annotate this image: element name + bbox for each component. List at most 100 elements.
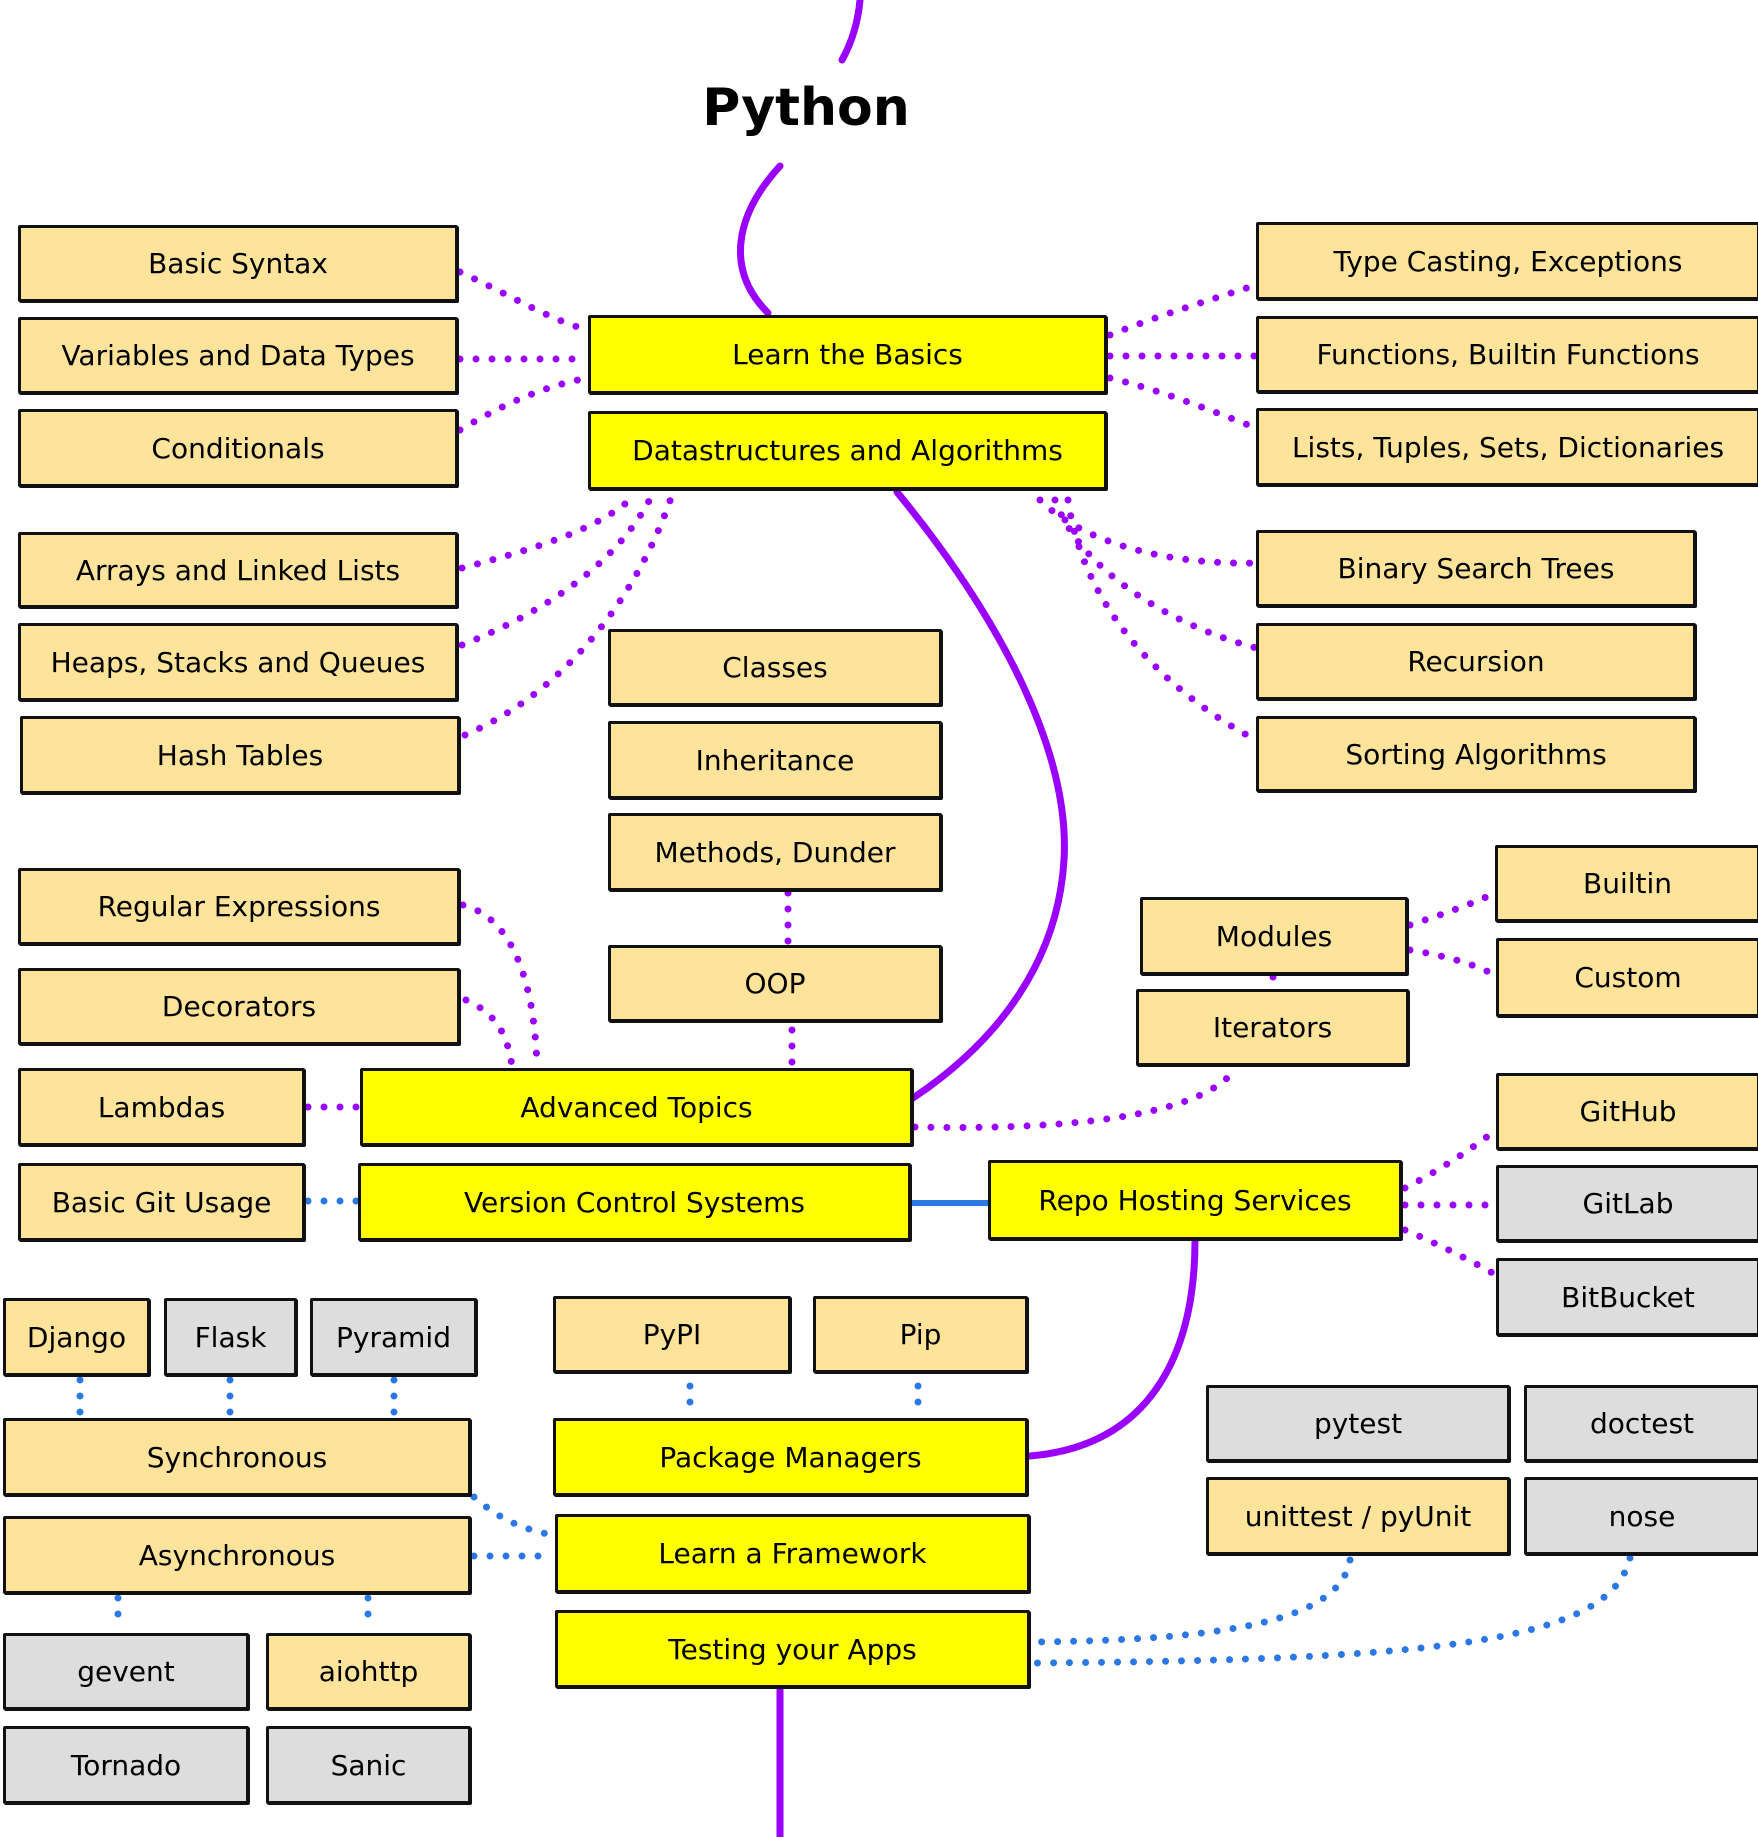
node-pytest[interactable]: pytest (1206, 1385, 1510, 1462)
node-functions-builtin[interactable]: Functions, Builtin Functions (1256, 316, 1758, 393)
node-methods-dunder[interactable]: Methods, Dunder (608, 813, 942, 891)
node-label: Decorators (161, 990, 317, 1023)
node-package-managers[interactable]: Package Managers (553, 1418, 1028, 1496)
node-label: Version Control Systems (464, 1185, 805, 1219)
node-testing-your-apps[interactable]: Testing your Apps (555, 1610, 1030, 1688)
node-label: Classes (722, 651, 828, 684)
node-label: Type Casting, Exceptions (1333, 244, 1683, 278)
node-label: Learn the Basics (732, 338, 963, 371)
node-label: Modules (1215, 919, 1333, 953)
node-nose[interactable]: nose (1524, 1477, 1758, 1555)
node-aiohttp[interactable]: aiohttp (266, 1633, 471, 1710)
node-lists-tuples-sets-dicts[interactable]: Lists, Tuples, Sets, Dictionaries (1256, 408, 1758, 486)
node-label: Synchronous (146, 1440, 328, 1474)
node-sorting-algorithms[interactable]: Sorting Algorithms (1256, 716, 1696, 792)
dots-modules-custom (1406, 946, 1499, 979)
node-advanced-topics[interactable]: Advanced Topics (360, 1068, 913, 1146)
node-label: Heaps, Stacks and Queues (50, 645, 426, 679)
dots-recursion (1051, 496, 1260, 652)
node-label: Methods, Dunder (654, 835, 896, 869)
main-path-python-to-basics (737, 162, 784, 317)
node-basic-syntax[interactable]: Basic Syntax (18, 225, 458, 302)
node-doctest[interactable]: doctest (1524, 1385, 1758, 1462)
node-label: Repo Hosting Services (1038, 1183, 1352, 1217)
node-heaps-stacks-queues[interactable]: Heaps, Stacks and Queues (18, 623, 458, 701)
node-label: Tornado (70, 1748, 182, 1782)
node-label: Conditionals (151, 431, 325, 465)
dots-repo-bitbucket (1401, 1226, 1500, 1279)
node-inheritance[interactable]: Inheritance (608, 721, 942, 799)
node-modules[interactable]: Modules (1140, 897, 1408, 975)
node-label: OOP (744, 967, 806, 1000)
node-regular-expressions[interactable]: Regular Expressions (18, 868, 460, 945)
node-lambdas[interactable]: Lambdas (18, 1068, 305, 1146)
node-unittest-pyunit[interactable]: unittest / pyUnit (1206, 1477, 1510, 1555)
node-label: Builtin (1582, 867, 1673, 900)
node-learn-a-framework[interactable]: Learn a Framework (555, 1514, 1030, 1593)
node-variables-data-types[interactable]: Variables and Data Types (18, 317, 458, 394)
node-arrays-linked-lists[interactable]: Arrays and Linked Lists (18, 532, 458, 608)
node-label: Hash Tables (156, 738, 324, 772)
node-label: Variables and Data Types (61, 339, 415, 372)
node-label: Asynchronous (138, 1538, 336, 1572)
node-type-casting-exceptions[interactable]: Type Casting, Exceptions (1256, 222, 1758, 300)
node-asynchronous[interactable]: Asynchronous (3, 1516, 471, 1594)
main-path-top (838, 0, 864, 64)
node-pypi[interactable]: PyPI (553, 1296, 791, 1373)
node-label: Functions, Builtin Functions (1316, 338, 1700, 371)
node-custom-modules[interactable]: Custom (1496, 938, 1758, 1017)
node-label: Binary Search Trees (1337, 552, 1615, 585)
node-version-control-systems[interactable]: Version Control Systems (358, 1163, 911, 1241)
dots-modules-builtin (1406, 889, 1499, 929)
node-label: Sorting Algorithms (1345, 737, 1607, 771)
node-recursion[interactable]: Recursion (1256, 623, 1696, 700)
node-conditionals[interactable]: Conditionals (18, 409, 458, 487)
node-label: Testing your Apps (668, 1632, 917, 1666)
node-iterators[interactable]: Iterators (1136, 989, 1409, 1066)
dots-basic-syntax (456, 268, 592, 334)
node-basic-git-usage[interactable]: Basic Git Usage (18, 1163, 305, 1241)
node-tornado[interactable]: Tornado (3, 1726, 249, 1804)
node-decorators[interactable]: Decorators (18, 968, 460, 1045)
node-label: Custom (1574, 961, 1682, 994)
dots-lists (1106, 374, 1260, 432)
node-pip[interactable]: Pip (813, 1296, 1028, 1373)
node-binary-search-trees[interactable]: Binary Search Trees (1256, 530, 1696, 607)
node-classes[interactable]: Classes (608, 629, 942, 706)
node-label: Recursion (1407, 645, 1545, 678)
node-synchronous[interactable]: Synchronous (3, 1418, 471, 1496)
node-label: GitHub (1579, 1095, 1677, 1128)
dots-unittest (1029, 1556, 1354, 1646)
node-repo-hosting-services[interactable]: Repo Hosting Services (988, 1160, 1402, 1240)
node-label: doctest (1589, 1407, 1695, 1440)
node-label: Lambdas (97, 1090, 226, 1124)
node-learn-the-basics[interactable]: Learn the Basics (588, 315, 1107, 394)
dots-sync-framework (470, 1493, 557, 1539)
node-label: PyPI (642, 1318, 702, 1351)
dots-regex (459, 901, 541, 1070)
node-label: Learn a Framework (658, 1537, 927, 1570)
node-label: pytest (1313, 1407, 1403, 1440)
node-sanic[interactable]: Sanic (266, 1726, 471, 1804)
main-path-repo-to-packages (1026, 1236, 1199, 1460)
node-label: Datastructures and Algorithms (632, 434, 1063, 467)
node-django[interactable]: Django (3, 1298, 150, 1376)
node-bitbucket[interactable]: BitBucket (1496, 1258, 1758, 1336)
node-datastructures-algorithms[interactable]: Datastructures and Algorithms (588, 411, 1107, 490)
node-label: gevent (77, 1655, 175, 1688)
node-label: Arrays and Linked Lists (75, 553, 401, 587)
node-builtin-modules[interactable]: Builtin (1495, 845, 1758, 922)
node-flask[interactable]: Flask (164, 1298, 297, 1376)
node-oop[interactable]: OOP (608, 945, 942, 1022)
node-label: Lists, Tuples, Sets, Dictionaries (1291, 430, 1725, 464)
node-gevent[interactable]: gevent (3, 1633, 249, 1710)
node-pyramid[interactable]: Pyramid (310, 1298, 477, 1376)
node-github[interactable]: GitHub (1496, 1073, 1758, 1150)
dots-advanced-iterators (911, 1064, 1240, 1131)
dots-repo-github (1401, 1126, 1500, 1192)
node-label: Iterators (1212, 1011, 1333, 1044)
dots-conditionals (456, 374, 592, 434)
node-gitlab[interactable]: GitLab (1496, 1165, 1758, 1242)
node-hash-tables[interactable]: Hash Tables (20, 716, 460, 794)
node-label: aiohttp (318, 1655, 419, 1688)
